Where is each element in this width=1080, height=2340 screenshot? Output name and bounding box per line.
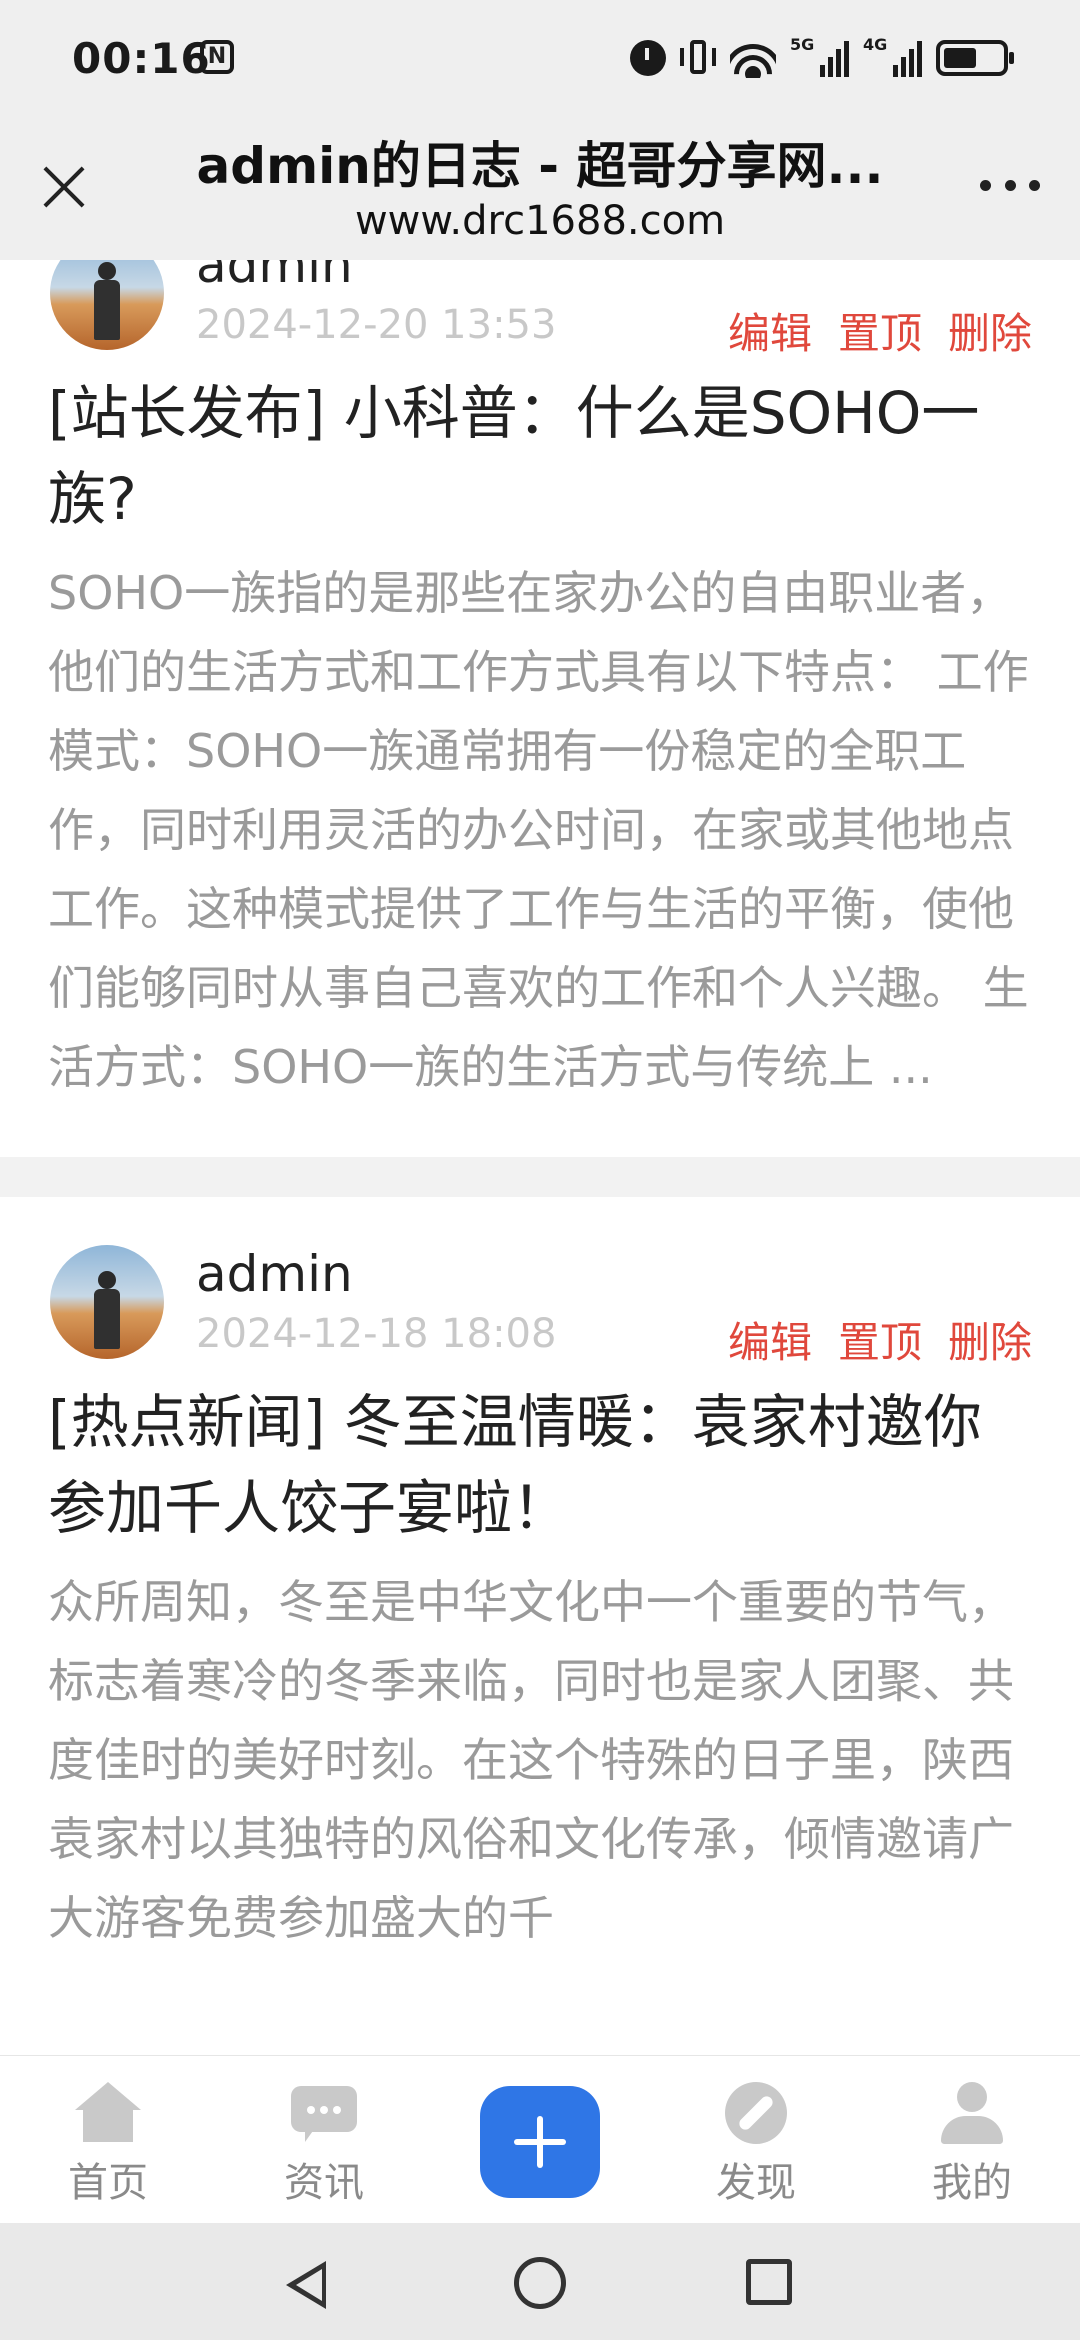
nav-item-news[interactable]: 资讯 [249, 2082, 399, 2208]
delete-button[interactable]: 删除 [948, 1309, 1032, 1370]
back-icon[interactable] [286, 2261, 330, 2309]
add-post-button[interactable] [480, 2086, 600, 2198]
page-url: www.drc1688.com [354, 198, 726, 244]
nav-label: 首页 [68, 2160, 148, 2206]
post-card[interactable]: admin 2024-12-20 13:53 编辑 置顶 删除 [站长发布] 小… [0, 260, 1080, 1157]
nav-item-home[interactable]: 首页 [33, 2082, 183, 2208]
status-icons: 5G 4G [630, 35, 1014, 80]
nfc-icon: N [200, 40, 234, 74]
home-icon [75, 2082, 141, 2144]
post-feed[interactable]: admin 2024-12-20 13:53 编辑 置顶 删除 [站长发布] 小… [0, 260, 1080, 2055]
close-icon[interactable] [36, 158, 92, 214]
alarm-icon [630, 38, 666, 78]
battery-level [944, 48, 977, 68]
vibrate-icon [680, 38, 716, 78]
system-nav-bar [0, 2223, 1080, 2340]
signal-5g-label: 5G [790, 35, 815, 54]
post-card[interactable]: admin 2024-12-18 18:08 编辑 置顶 删除 [热点新闻] 冬… [0, 1197, 1080, 2055]
nav-item-me[interactable]: 我的 [897, 2082, 1047, 2208]
post-header: admin 2024-12-18 18:08 编辑 置顶 删除 [48, 1245, 1032, 1367]
post-actions: 编辑 置顶 删除 [728, 300, 1032, 361]
post-title[interactable]: [站长发布] 小科普：什么是SOHO一族? [48, 370, 1032, 542]
more-options-icon[interactable] [980, 180, 1040, 192]
status-time: 00:16 [72, 34, 211, 83]
pin-button[interactable]: 置顶 [838, 300, 922, 361]
status-bar: 00:16 N 5G 4G [0, 0, 1080, 118]
compass-icon [723, 2082, 789, 2144]
edit-button[interactable]: 编辑 [728, 300, 812, 361]
signal-5g-icon: 5G [790, 35, 849, 77]
wifi-icon [730, 38, 776, 78]
avatar[interactable] [50, 260, 164, 350]
post-username[interactable]: admin [196, 260, 353, 294]
post-excerpt[interactable]: 众所周知，冬至是中华文化中一个重要的节气，标志着寒冷的冬季来临，同时也是家人团聚… [48, 1563, 1032, 1958]
home-circle-icon[interactable] [514, 2257, 566, 2309]
post-title[interactable]: [热点新闻] 冬至温情暖：袁家村邀你参加千人饺子宴啦！ [48, 1379, 1032, 1551]
page-title: admin的日志 - 超哥分享网... [196, 137, 884, 195]
pin-button[interactable]: 置顶 [838, 1309, 922, 1370]
signal-4g-label: 4G [863, 35, 888, 54]
edit-button[interactable]: 编辑 [728, 1309, 812, 1370]
post-date: 2024-12-20 13:53 [196, 302, 557, 348]
delete-button[interactable]: 删除 [948, 300, 1032, 361]
recent-apps-icon[interactable] [746, 2259, 792, 2305]
avatar[interactable] [50, 1245, 164, 1359]
post-header: admin 2024-12-20 13:53 编辑 置顶 删除 [48, 260, 1032, 358]
nav-item-discover[interactable]: 发现 [681, 2082, 831, 2208]
post-excerpt[interactable]: SOHO一族指的是那些在家办公的自由职业者，他们的生活方式和工作方式具有以下特点… [48, 554, 1032, 1107]
post-username[interactable]: admin [196, 1245, 353, 1303]
post-date: 2024-12-18 18:08 [196, 1311, 557, 1357]
user-icon [939, 2082, 1005, 2144]
chat-icon [291, 2082, 357, 2144]
title-bar: admin的日志 - 超哥分享网... www.drc1688.com [0, 118, 1080, 260]
battery-icon [936, 38, 1014, 78]
signal-4g-icon: 4G [863, 35, 922, 77]
nav-label: 资讯 [284, 2160, 364, 2206]
nav-label: 我的 [932, 2160, 1012, 2206]
nav-label: 发现 [716, 2160, 796, 2206]
post-actions: 编辑 置顶 删除 [728, 1309, 1032, 1370]
bottom-nav: 首页 资讯 发现 我的 [0, 2055, 1080, 2223]
